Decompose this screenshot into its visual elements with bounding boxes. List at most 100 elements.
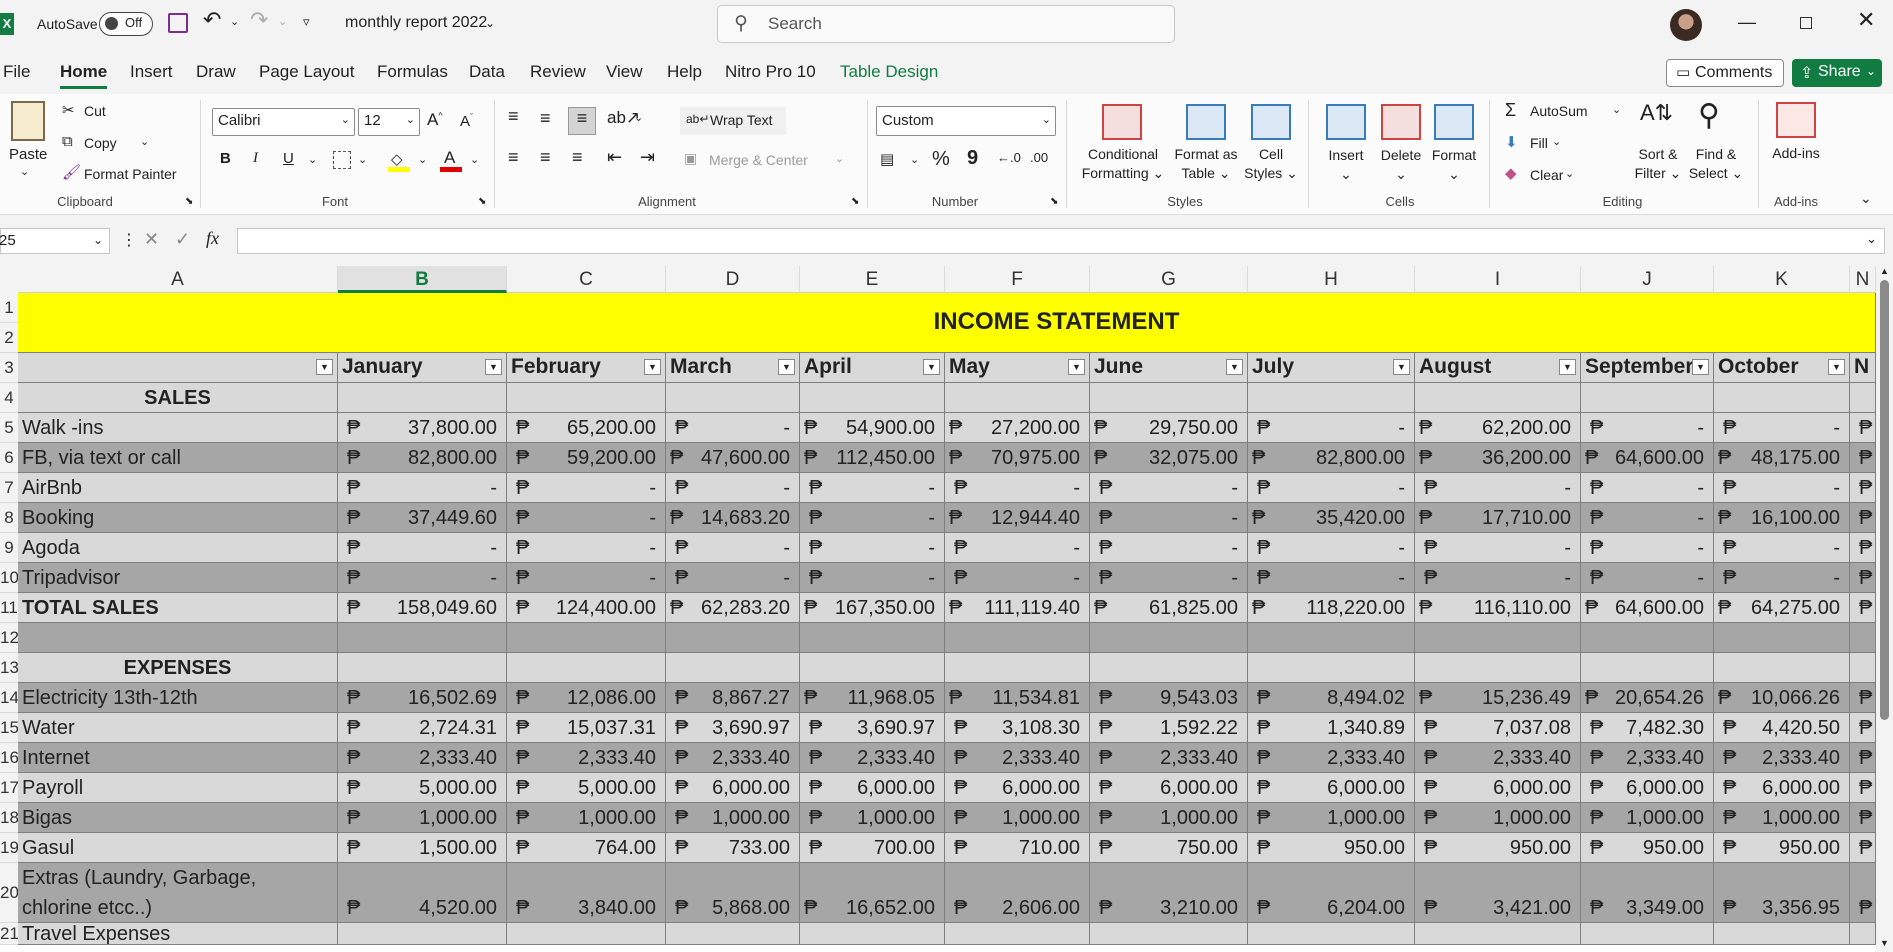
value-cell[interactable]: ₱ 4,420.50	[1714, 713, 1850, 743]
cell-styles-button[interactable]: Cell Styles ⌄	[1244, 145, 1298, 183]
collapse-ribbon-icon[interactable]: ⌄	[1860, 190, 1872, 207]
sort-filter-button[interactable]: Sort & Filter ⌄	[1632, 145, 1684, 183]
value-cell[interactable]	[1714, 623, 1850, 653]
decrease-indent-icon[interactable]: ⇤	[607, 147, 622, 168]
number-launcher-icon[interactable]: ⬊	[1050, 196, 1058, 207]
underline-dropdown-icon[interactable]: ⌄	[308, 153, 317, 166]
value-cell[interactable]	[507, 653, 666, 683]
value-cell[interactable]	[1850, 923, 1876, 945]
month-header-august[interactable]: August ▼	[1415, 353, 1581, 383]
value-cell[interactable]	[945, 383, 1090, 413]
value-cell[interactable]: ₱ -	[666, 563, 800, 593]
value-cell[interactable]: ₱ -	[666, 533, 800, 563]
tab-home[interactable]: Home	[60, 62, 108, 89]
value-cell[interactable]	[1415, 623, 1581, 653]
value-cell[interactable]: ₱ -	[507, 503, 666, 533]
bold-button[interactable]: B	[220, 150, 231, 167]
row-header-17[interactable]: 17	[0, 773, 18, 803]
fill-color-icon[interactable]: ◇	[388, 150, 410, 172]
value-cell[interactable]: ₱ 7,482.30	[1581, 713, 1714, 743]
value-cell[interactable]: ₱ 950.00	[1415, 833, 1581, 863]
value-cell[interactable]	[1850, 623, 1876, 653]
month-header-march[interactable]: March ▼	[666, 353, 800, 383]
value-cell[interactable]: ₱ 7,037.08	[1415, 713, 1581, 743]
value-cell[interactable]: ₱ -	[945, 533, 1090, 563]
value-cell[interactable]: ₱ 1,000.00	[800, 803, 945, 833]
scroll-down-icon[interactable]: ▼	[1880, 938, 1889, 948]
sort-filter-icon[interactable]: A⇅	[1640, 100, 1673, 126]
conditional-formatting-icon[interactable]	[1102, 104, 1142, 140]
month-header-february[interactable]: February ▼	[507, 353, 666, 383]
value-cell[interactable]: ₱ -	[800, 533, 945, 563]
value-cell[interactable]: ₱ 3,840.00	[507, 863, 666, 923]
value-cell[interactable]: ₱	[1850, 803, 1876, 833]
redo-dropdown-icon[interactable]: ⌄	[278, 12, 287, 32]
value-cell[interactable]: ₱ -	[507, 563, 666, 593]
underline-button[interactable]: U	[283, 150, 294, 167]
row-label-cell[interactable]: Electricity 13th-12th	[18, 683, 338, 713]
row-label-cell[interactable]: Gasul	[18, 833, 338, 863]
filter-dropdown-icon[interactable]: ▼	[1068, 359, 1085, 375]
value-cell[interactable]	[1248, 923, 1415, 945]
filter-dropdown-icon[interactable]: ▼	[644, 359, 661, 375]
value-cell[interactable]	[1090, 623, 1248, 653]
value-cell[interactable]	[338, 623, 507, 653]
cell-styles-icon[interactable]	[1251, 104, 1291, 140]
row-header-4[interactable]: 4	[0, 383, 18, 413]
clear-button[interactable]: Clear	[1530, 167, 1563, 183]
scrollbar-thumb[interactable]	[1880, 280, 1889, 720]
value-cell[interactable]: ₱ 1,000.00	[666, 803, 800, 833]
value-cell[interactable]: ₱ 47,600.00	[666, 443, 800, 473]
filter-dropdown-icon[interactable]: ▼	[1828, 359, 1845, 375]
file-name-chevron-icon[interactable]: ⌄	[485, 13, 495, 33]
row-header-1[interactable]: 1	[0, 293, 18, 323]
value-cell[interactable]: ₱ 37,449.60	[338, 503, 507, 533]
value-cell[interactable]: ₱ 112,450.00	[800, 443, 945, 473]
value-cell[interactable]: ₱ -	[1090, 563, 1248, 593]
filter-dropdown-icon[interactable]: ▼	[1559, 359, 1576, 375]
copy-button[interactable]: Copy	[84, 135, 117, 151]
value-cell[interactable]	[800, 653, 945, 683]
font-launcher-icon[interactable]: ⬊	[478, 196, 486, 207]
column-header-J[interactable]: J	[1581, 266, 1714, 293]
value-cell[interactable]: ₱ -	[800, 503, 945, 533]
align-left-icon[interactable]: ≡	[508, 147, 519, 168]
row-label-cell[interactable]: Internet	[18, 743, 338, 773]
header-cell-a[interactable]: ▼	[18, 353, 338, 383]
value-cell[interactable]	[1581, 653, 1714, 683]
value-cell[interactable]: ₱ 12,086.00	[507, 683, 666, 713]
value-cell[interactable]: ₱ 2,333.40	[1415, 743, 1581, 773]
value-cell[interactable]: ₱ -	[507, 533, 666, 563]
paste-button[interactable]: Paste	[9, 146, 47, 163]
clear-dropdown-icon[interactable]: ⌄	[1565, 167, 1574, 180]
insert-cells-icon[interactable]	[1326, 104, 1366, 140]
value-cell[interactable]: ₱ 14,683.20	[666, 503, 800, 533]
value-cell[interactable]: ₱ -	[1248, 533, 1415, 563]
value-cell[interactable]: ₱ 2,724.31	[338, 713, 507, 743]
value-cell[interactable]: ₱ -	[666, 473, 800, 503]
value-cell[interactable]: ₱ 12,944.40	[945, 503, 1090, 533]
row-header-12[interactable]: 12	[0, 623, 18, 653]
month-header-october[interactable]: October ▼	[1714, 353, 1850, 383]
month-header-may[interactable]: May ▼	[945, 353, 1090, 383]
align-right-icon[interactable]: ≡	[572, 147, 583, 168]
orientation-dropdown-icon[interactable]: ⌄	[634, 111, 643, 124]
increase-indent-icon[interactable]: ⇥	[640, 147, 655, 168]
row-header-5[interactable]: 5	[0, 413, 18, 443]
value-cell[interactable]: ₱ -	[1581, 563, 1714, 593]
value-cell[interactable]: ₱ 16,100.00	[1714, 503, 1850, 533]
percent-button[interactable]: %	[932, 148, 950, 171]
add-ins-icon[interactable]	[1776, 102, 1816, 138]
row-header-21[interactable]: 21	[0, 923, 18, 945]
value-cell[interactable]: ₱ -	[945, 473, 1090, 503]
number-format-select[interactable]: Custom ⌄	[876, 106, 1056, 136]
column-header-E[interactable]: E	[800, 266, 945, 293]
paste-dropdown-icon[interactable]: ⌄	[20, 165, 29, 178]
month-header-january[interactable]: January ▼	[338, 353, 507, 383]
fill-dropdown-icon[interactable]: ⌄	[1552, 135, 1561, 148]
format-cells-icon[interactable]	[1434, 104, 1474, 140]
value-cell[interactable]: ₱ 70,975.00	[945, 443, 1090, 473]
value-cell[interactable]: ₱ 124,400.00	[507, 593, 666, 623]
value-cell[interactable]: ₱ 6,000.00	[800, 773, 945, 803]
value-cell[interactable]	[1090, 383, 1248, 413]
